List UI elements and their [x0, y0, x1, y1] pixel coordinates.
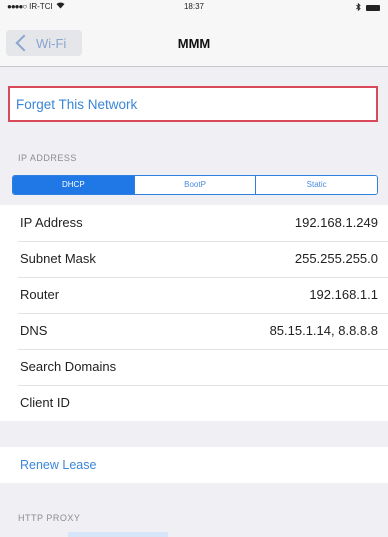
ip-address-label: IP Address [20, 215, 83, 230]
search-domains-row[interactable]: Search Domains [0, 349, 388, 385]
router-label: Router [20, 287, 60, 302]
renew-lease-label: Renew Lease [20, 458, 97, 472]
bluetooth-icon [356, 2, 361, 13]
search-domains-label: Search Domains [20, 359, 117, 374]
navigation-bar: Wi-Fi MMM [0, 22, 388, 67]
dns-row[interactable]: DNS 85.15.1.14, 8.8.8.8 [0, 313, 388, 349]
status-bar: ●●●●○ IR-TCI 18:37 [0, 0, 388, 22]
subnet-mask-row: Subnet Mask 255.255.255.0 [0, 241, 388, 277]
ip-mode-segmented-control: DHCP BootP Static [12, 175, 378, 195]
renew-lease-button[interactable]: Renew Lease [0, 447, 388, 483]
ip-address-row: IP Address 192.168.1.249 [0, 205, 388, 241]
dns-label: DNS [20, 323, 48, 338]
router-row: Router 192.168.1.1 [0, 277, 388, 313]
subnet-mask-value: 255.255.255.0 [294, 251, 378, 266]
page-title: MMM [177, 36, 211, 51]
battery-area [356, 2, 380, 13]
ip-address-value: 192.168.1.249 [294, 215, 378, 230]
segment-static[interactable]: Static [255, 176, 377, 194]
renew-lease-group: Renew Lease [0, 447, 388, 483]
ip-address-section-header: IP ADDRESS [18, 153, 77, 163]
http-proxy-section-header: HTTP PROXY [18, 513, 81, 523]
client-id-label: Client ID [20, 395, 70, 410]
forget-network-button[interactable]: Forget This Network [8, 86, 378, 122]
status-time: 18:37 [183, 2, 205, 11]
segment-bootp[interactable]: BootP [133, 176, 256, 194]
router-value: 192.168.1.1 [309, 287, 378, 302]
segment-dhcp[interactable]: DHCP [13, 176, 134, 194]
http-proxy-segmented-control[interactable] [68, 532, 168, 537]
ip-details-list: IP Address 192.168.1.249 Subnet Mask 255… [0, 205, 388, 421]
forget-network-label: Forget This Network [16, 97, 138, 112]
dns-value: 85.15.1.14, 8.8.8.8 [269, 323, 378, 338]
client-id-row[interactable]: Client ID [0, 385, 388, 421]
subnet-mask-label: Subnet Mask [20, 251, 96, 266]
battery-icon [366, 5, 380, 11]
